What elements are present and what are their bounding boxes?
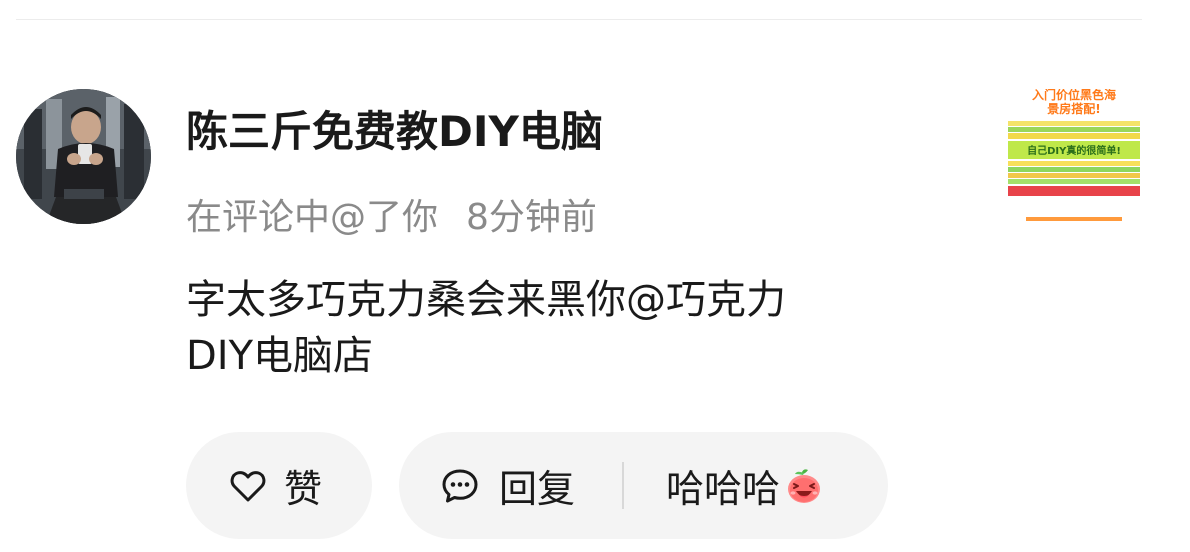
quick-reply-label: 哈哈哈: [666, 467, 781, 511]
notification-meta: 在评论中@了你 8分钟前: [186, 188, 597, 240]
thumb-line: 自己DIY真的很简单!: [1027, 144, 1121, 157]
heart-outline-icon: [230, 469, 266, 503]
comment-text[interactable]: 字太多巧克力桑会来黑你@巧克力 DIY电脑店: [186, 272, 906, 384]
top-divider: [16, 19, 1142, 20]
thumb-line: 入门价位黑色海: [1032, 89, 1116, 102]
reply-button[interactable]: 回复: [441, 432, 575, 539]
quick-reply-button[interactable]: 哈哈哈: [666, 432, 824, 539]
like-label: 赞: [284, 467, 323, 511]
action-text: 在评论中@了你: [186, 197, 439, 238]
divider: [622, 462, 624, 509]
comment-bubble-icon: [441, 468, 479, 504]
reply-label: 回复: [499, 467, 576, 511]
thumb-line: 景房搭配!: [1047, 101, 1100, 116]
post-thumbnail[interactable]: 入门价位黑色海 景房搭配! 自己DIY真的很简单!: [1006, 89, 1142, 225]
mention-notification: 陈三斤免费教DIY电脑 在评论中@了你 8分钟前 字太多巧克力桑会来黑你@巧克力 …: [0, 0, 1190, 552]
avatar[interactable]: [16, 89, 151, 224]
laughing-peach-emoji: [784, 466, 824, 506]
like-button[interactable]: 赞: [186, 432, 372, 539]
post-thumbnail-image: 入门价位黑色海 景房搭配! 自己DIY真的很简单!: [1006, 89, 1142, 225]
username[interactable]: 陈三斤免费教DIY电脑: [186, 98, 603, 159]
comment-line: DIY电脑店: [186, 333, 374, 379]
timestamp: 8分钟前: [466, 197, 597, 238]
reply-bar: 回复 哈哈哈: [399, 432, 888, 539]
comment-line: 字太多巧克力桑会来黑你@巧克力: [186, 277, 786, 323]
